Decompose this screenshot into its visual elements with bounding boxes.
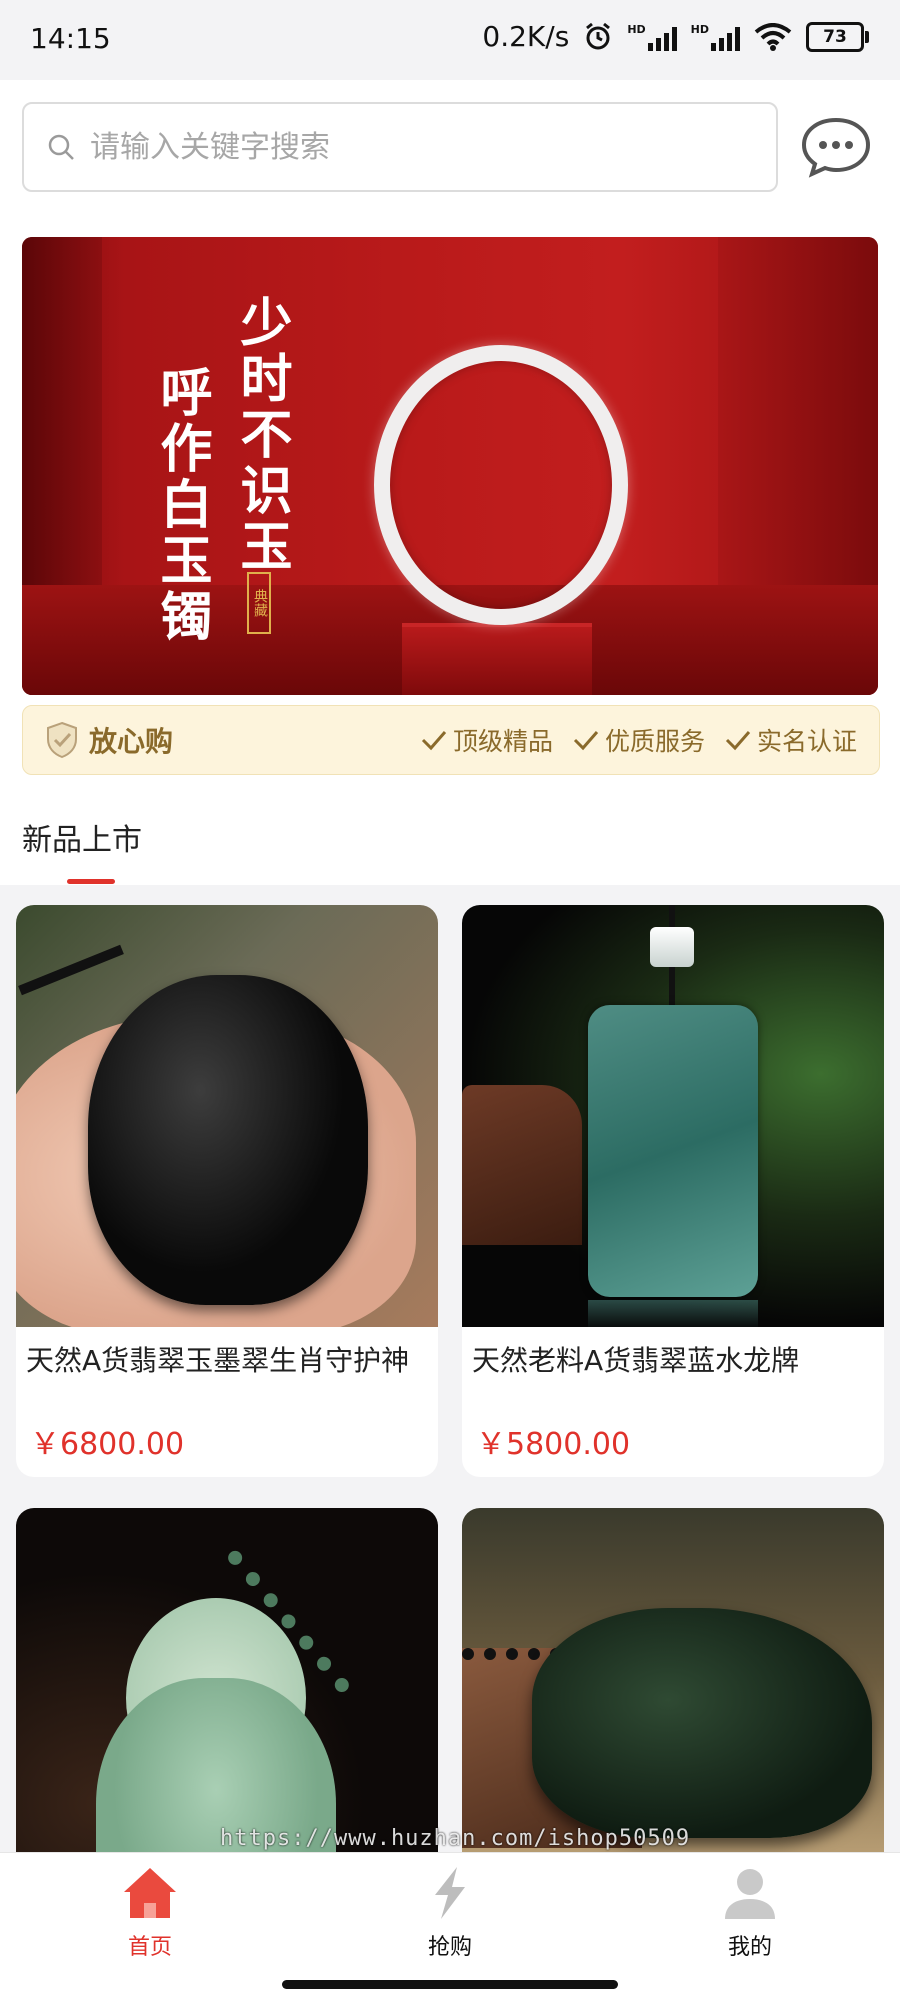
promo-banner[interactable]: 少时不识玉 呼作白玉镯 典藏 (22, 237, 878, 695)
signal-icon (647, 23, 677, 51)
home-indicator[interactable] (282, 1980, 618, 1989)
assurance-item-label: 实名认证 (756, 727, 857, 756)
tab-flash-sale[interactable]: 抢购 (380, 1865, 520, 1961)
assurance-item: 顶级精品 (421, 722, 553, 758)
tab-label: 首页 (127, 1935, 172, 1960)
section-title-new-arrivals[interactable]: 新品上市 (22, 815, 142, 859)
product-price: ￥5800.00 (476, 1427, 631, 1462)
tab-home[interactable]: 首页 (80, 1865, 220, 1961)
check-icon (725, 731, 751, 751)
status-indicators: 0.2K/s HD HD 73 (482, 20, 869, 53)
tab-label: 抢购 (427, 1935, 472, 1960)
product-name: 天然A货翡翠玉墨翠生肖守护神 (26, 1344, 410, 1377)
signal-hd-label: HD (627, 22, 646, 36)
jade-bangle-image (374, 345, 628, 625)
tab-label: 我的 (727, 1935, 772, 1960)
search-icon (48, 134, 74, 160)
product-price: ￥6800.00 (30, 1427, 185, 1462)
bead-shape (650, 927, 694, 967)
shield-check-icon (47, 721, 77, 759)
banner-slogan-line1: 少时不识玉 (231, 295, 292, 575)
assurance-item-label: 顶级精品 (452, 727, 553, 756)
assurance-item: 优质服务 (573, 722, 705, 758)
wifi-icon (754, 22, 792, 51)
product-image (462, 905, 884, 1327)
dragon-pendant-shape (588, 1005, 758, 1297)
net-speed: 0.2K/s (482, 20, 570, 53)
check-icon (421, 731, 447, 751)
section-tab-indicator (67, 879, 115, 884)
check-icon (573, 731, 599, 751)
product-name: 天然老料A货翡翠蓝水龙牌 (472, 1344, 800, 1377)
assurance-items: 顶级精品 优质服务 实名认证 (421, 706, 857, 774)
product-card[interactable]: 天然老料A货翡翠蓝水龙牌 ￥5800.00 (462, 905, 884, 1477)
obsidian-pendant-shape (88, 975, 368, 1305)
signal-icon-2 (711, 23, 740, 51)
signal-hd-label-2: HD (690, 22, 709, 36)
bottom-tab-bar: 首页 抢购 我的 (0, 1852, 900, 2001)
banner-seal: 典藏 (247, 572, 271, 634)
cord-shape (18, 944, 124, 996)
home-header: 少时不识玉 呼作白玉镯 典藏 放心购 顶级精品 优质服务 实名认证 新品上市 (0, 80, 900, 885)
search-bar[interactable] (22, 102, 778, 192)
pixiu-carving-shape (532, 1608, 872, 1838)
battery-icon: 73 (806, 21, 869, 52)
status-time: 14:15 (30, 22, 111, 55)
product-card[interactable]: 天然A货翡翠玉墨翠生肖守护神 ￥6800.00 (16, 905, 438, 1477)
wood-prop-shape (462, 1085, 582, 1245)
status-bar: 14:15 0.2K/s HD HD 73 (0, 0, 900, 80)
home-icon (124, 1868, 176, 1918)
chat-bubble-icon (801, 117, 871, 178)
assurance-item: 实名认证 (725, 722, 857, 758)
assurance-item-label: 优质服务 (604, 727, 705, 756)
tab-profile[interactable]: 我的 (680, 1865, 820, 1961)
user-icon (725, 1869, 775, 1919)
banner-slogan-line2: 呼作白玉镯 (151, 365, 212, 645)
watermark: https://www.huzhan.com/ishop50509 (220, 1826, 691, 1851)
alarm-icon (586, 22, 611, 49)
search-input[interactable] (88, 128, 732, 166)
banner-pedestal (402, 627, 592, 695)
product-image (16, 905, 438, 1327)
assurance-strip: 放心购 顶级精品 优质服务 实名认证 (22, 705, 880, 775)
message-button[interactable] (800, 116, 872, 178)
lightning-icon (435, 1867, 465, 1919)
reflection-shape (588, 1300, 758, 1327)
assurance-title: 放心购 (89, 725, 174, 758)
